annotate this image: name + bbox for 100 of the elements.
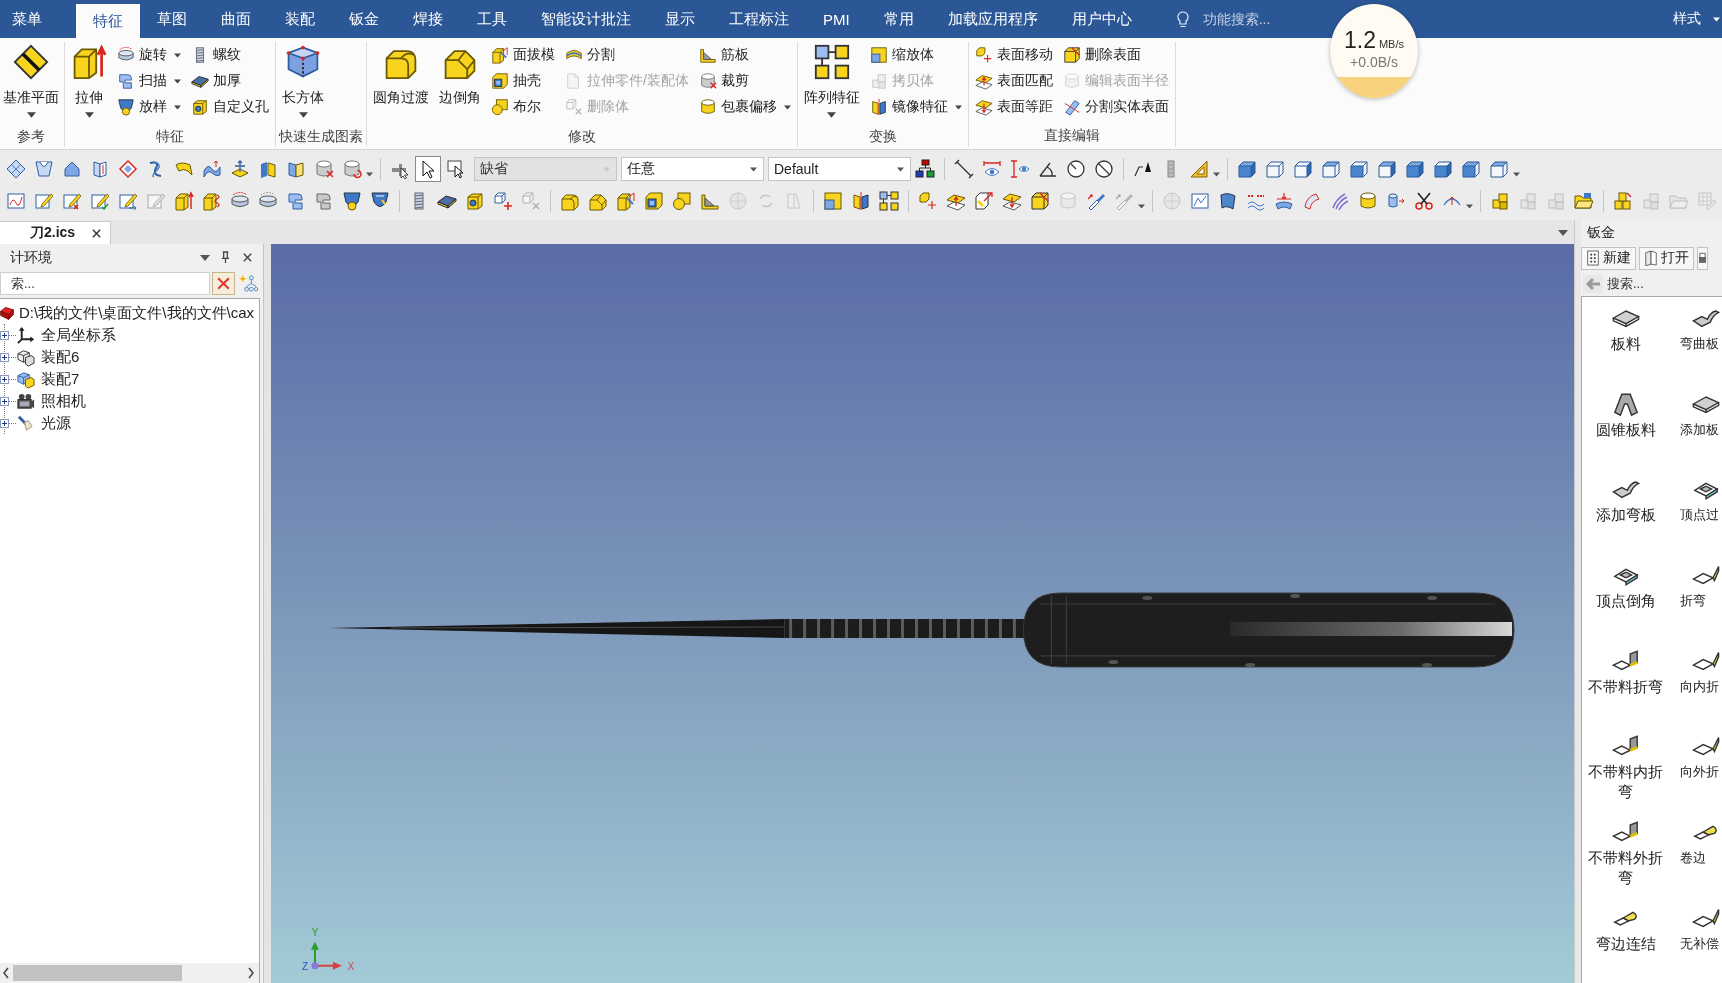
caret-icon[interactable] (1138, 203, 1145, 209)
cylinder-arrow-icon[interactable] (1386, 191, 1406, 211)
height-eye-icon[interactable] (1010, 159, 1030, 179)
close-icon[interactable] (242, 252, 253, 263)
cylinder-cut-icon[interactable] (314, 159, 334, 179)
chevron-right-icon[interactable] (247, 967, 255, 979)
sweep-icon[interactable] (286, 191, 306, 211)
ribbon-button[interactable]: 加厚 (188, 68, 272, 94)
ribbon-button[interactable]: 拉伸 (68, 42, 110, 126)
project-down-icon[interactable] (1274, 191, 1294, 211)
view-cube-icon[interactable] (1405, 159, 1425, 179)
boolean-icon[interactable] (672, 191, 692, 211)
cylinder-icon[interactable] (1358, 191, 1378, 211)
view-cube-icon[interactable] (1321, 159, 1341, 179)
sheet-metal-tool[interactable]: 不带料外折弯 (1582, 811, 1669, 897)
house-shape-icon[interactable] (62, 159, 82, 179)
menu-tab[interactable]: 常用 (866, 0, 931, 38)
cylinder-rotate-icon[interactable] (342, 159, 362, 179)
expander-icon[interactable] (0, 374, 9, 384)
ribbon-button[interactable]: 扫描 (114, 68, 184, 94)
tree-item[interactable]: 装配7 (41, 369, 80, 389)
sheet-metal-tool[interactable]: 弯边连结 (1582, 896, 1669, 983)
view-cube-icon[interactable] (1349, 159, 1369, 179)
sheet-metal-tool[interactable]: 折弯 (1669, 554, 1722, 640)
sheet-metal-tool[interactable]: 不带料内折弯 (1582, 725, 1669, 812)
sheet-metal-tool[interactable]: 卷边 (1669, 811, 1722, 897)
menu-tab[interactable]: 装配 (268, 0, 332, 38)
delete-face-icon[interactable] (1030, 191, 1050, 211)
chart-frame-icon[interactable] (1190, 191, 1210, 211)
expander-icon[interactable] (0, 396, 9, 406)
view-cube-icon[interactable] (1433, 159, 1453, 179)
sheet-metal-tool[interactable]: 不带料折弯 (1582, 639, 1669, 726)
distance-icon[interactable] (954, 159, 974, 179)
ribbon-button[interactable]: 裁剪 (695, 68, 794, 94)
fillet-block-icon[interactable] (560, 191, 580, 211)
menu-tab[interactable]: 草图 (140, 0, 204, 38)
caret-icon[interactable] (1213, 171, 1220, 177)
search-field[interactable]: 功能搜索... (1198, 9, 1307, 29)
close-icon[interactable] (91, 227, 103, 239)
style-menu-button[interactable]: 样式 (1665, 0, 1722, 38)
expander-icon[interactable] (0, 330, 9, 340)
horizontal-scrollbar[interactable] (0, 963, 259, 983)
ribbon-button[interactable]: 筋板 (695, 42, 794, 68)
diamond-frame-icon[interactable] (118, 159, 138, 179)
menu-tab[interactable]: 加载应用程序 (930, 0, 1055, 38)
sheet-metal-tool[interactable]: 无补偿 (1669, 896, 1722, 983)
ribbon-button[interactable]: 布尔 (488, 94, 558, 120)
tree-item[interactable]: D:\我的文件\桌面文件\我的文件\cax (19, 303, 254, 323)
scrollbar-thumb[interactable] (13, 965, 182, 981)
ribbon-button[interactable]: 包裹偏移 (695, 94, 794, 120)
curved-surface-icon[interactable] (1302, 191, 1322, 211)
ribbon-button[interactable]: 缩放体 (866, 42, 965, 68)
ribbon-button[interactable]: 删除表面 (1059, 42, 1172, 68)
ribbon-button[interactable]: 放样 (114, 94, 184, 120)
ribbon-button[interactable]: 分割实体表面 (1059, 94, 1172, 120)
loft-icon[interactable] (342, 191, 362, 211)
block-spiral-icon[interactable] (202, 191, 222, 211)
block-arrow-icon[interactable] (174, 191, 194, 211)
ribbon-button[interactable]: 表面匹配 (971, 68, 1056, 94)
tree-item[interactable]: 装配6 (41, 347, 80, 367)
sheet-metal-tool[interactable]: 向内折 (1669, 639, 1722, 726)
menu-tab[interactable]: 曲面 (204, 0, 268, 38)
blocks-edit-icon[interactable] (1613, 191, 1633, 211)
select-mode-button[interactable] (415, 156, 441, 182)
ribbon-button[interactable]: 镜像特征 (866, 94, 965, 120)
rib-icon[interactable] (700, 191, 720, 211)
width-eye-icon[interactable] (982, 159, 1002, 179)
scissors-icon[interactable] (1414, 191, 1434, 211)
sheet-metal-tool[interactable]: 向外折 (1669, 725, 1722, 812)
stripes-icon[interactable] (1330, 191, 1350, 211)
sparkle-tree-icon[interactable] (239, 274, 258, 293)
diameter-icon[interactable] (1094, 159, 1114, 179)
caret-icon[interactable] (366, 171, 373, 177)
search-field[interactable]: 搜索... (1605, 272, 1722, 295)
menu-tab[interactable]: 用户中心 (1054, 0, 1149, 38)
ribbon-button[interactable]: 旋转 (114, 42, 184, 68)
caret-icon[interactable] (200, 254, 210, 261)
tree-item[interactable]: 全局坐标系 (41, 325, 116, 345)
ribbon-button[interactable]: 边倒角 (436, 42, 484, 126)
ribbon-button[interactable]: 抽壳 (488, 68, 558, 94)
sheet-metal-tool[interactable]: 板料 (1582, 297, 1669, 383)
mirror-icon[interactable] (851, 191, 871, 211)
view-cube-icon[interactable] (1461, 159, 1481, 179)
caret-icon[interactable] (1466, 203, 1473, 209)
caret-icon[interactable] (1558, 230, 1568, 236)
view-cube-icon[interactable] (1265, 159, 1285, 179)
sketch-pencil-icon[interactable] (34, 191, 54, 211)
sheet-metal-tool[interactable]: 添加板 (1669, 382, 1722, 469)
open-book-icon[interactable] (90, 159, 110, 179)
view-cube-icon[interactable] (1293, 159, 1313, 179)
ribbon-button[interactable]: 长方体 (279, 42, 327, 126)
menu-tab[interactable]: 特征 (76, 4, 140, 38)
ribbon-button[interactable]: 螺纹 (188, 42, 272, 68)
menu-tab[interactable]: 钣金 (332, 0, 396, 38)
shell-block-icon[interactable] (644, 191, 664, 211)
sketch-arrow-icon[interactable] (118, 191, 138, 211)
two-panels-icon[interactable] (258, 159, 278, 179)
cube-plus-icon[interactable] (493, 191, 513, 211)
chamfer-block-icon[interactable] (588, 191, 608, 211)
scale-icon[interactable] (823, 191, 843, 211)
